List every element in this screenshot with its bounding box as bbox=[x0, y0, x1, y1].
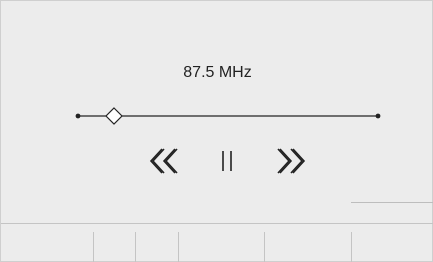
frequency-slider[interactable] bbox=[1, 101, 433, 131]
section-divider bbox=[351, 202, 433, 203]
slider-end-dot bbox=[375, 113, 381, 119]
bottom-button-2[interactable] bbox=[94, 232, 135, 262]
bottom-button-bar bbox=[1, 223, 433, 262]
bottom-button-4[interactable] bbox=[179, 232, 264, 262]
radio-tuner-screen: 87.5 MHz bbox=[0, 0, 433, 262]
slider-start-dot bbox=[75, 113, 81, 119]
bottom-button-1[interactable] bbox=[1, 232, 93, 262]
pause-button[interactable] bbox=[207, 143, 247, 183]
bottom-button-6[interactable] bbox=[352, 232, 433, 262]
seek-next-button[interactable] bbox=[271, 143, 311, 183]
slider-thumb bbox=[105, 107, 123, 125]
playback-controls bbox=[1, 143, 433, 183]
pause-icon bbox=[222, 151, 232, 171]
seek-previous-button[interactable] bbox=[144, 143, 184, 183]
bottom-button-5[interactable] bbox=[265, 232, 351, 262]
double-chevron-right-icon bbox=[277, 148, 306, 174]
bottom-button-3[interactable] bbox=[136, 232, 178, 262]
frequency-display: 87.5 MHz bbox=[183, 64, 252, 81]
double-chevron-left-icon bbox=[149, 148, 178, 174]
